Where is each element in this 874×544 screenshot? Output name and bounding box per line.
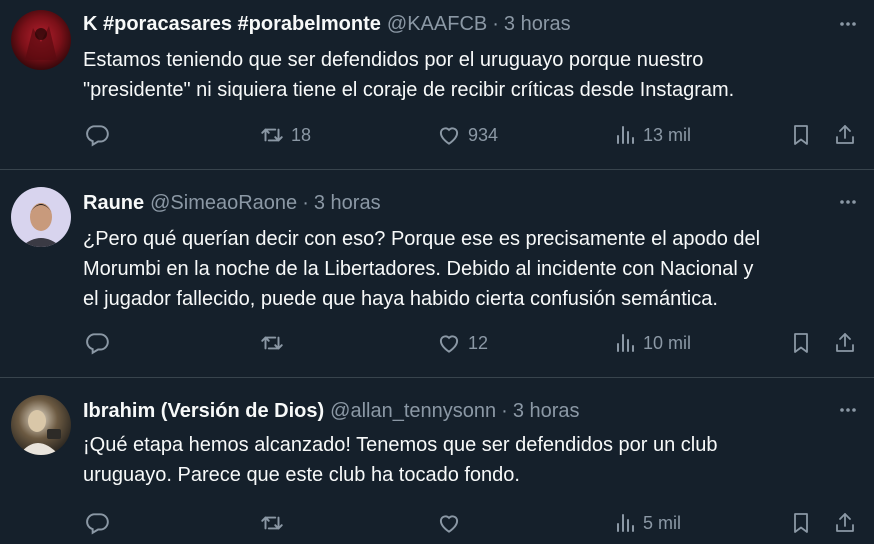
share-icon (833, 511, 857, 535)
tweet-text-line: ¡Qué etapa hemos alcanzado! Tenemos que … (83, 434, 718, 456)
tweet[interactable]: Ibrahim (Versión de Dios) @allan_tennyso… (0, 378, 874, 544)
more-icon[interactable] (836, 398, 860, 422)
views-button[interactable]: 5 mil (613, 508, 681, 538)
like-button[interactable]: 934 (436, 120, 498, 150)
reply-button[interactable] (84, 328, 116, 358)
tweet-text-line: Estamos teniendo que ser defendidos por … (83, 49, 704, 71)
views-icon (613, 123, 637, 147)
separator-dot: · (302, 191, 309, 214)
display-name[interactable]: K #poracasares #porabelmonte (83, 13, 381, 36)
bookmark-icon (789, 511, 813, 535)
tweet-actions: 12 10 mil (0, 328, 874, 358)
timestamp[interactable]: 3 horas (513, 400, 580, 423)
reply-button[interactable] (84, 508, 116, 538)
tweet[interactable]: Raune @SimeaoRaone · 3 horas ¿Pero qué q… (0, 170, 874, 378)
views-count: 10 mil (643, 332, 692, 353)
share-icon (833, 331, 857, 355)
reply-button[interactable] (84, 120, 116, 150)
tweet-feed: K #poracasares #porabelmonte @KAAFCB · 3… (0, 0, 874, 544)
bookmark-icon (789, 123, 813, 147)
timestamp[interactable]: 3 horas (314, 192, 381, 215)
avatar[interactable] (11, 187, 71, 247)
like-count: 12 (468, 332, 489, 353)
retweet-icon (259, 510, 285, 536)
retweet-icon (259, 122, 285, 148)
like-button[interactable]: 12 (436, 328, 488, 358)
display-name[interactable]: Ibrahim (Versión de Dios) (83, 400, 324, 423)
avatar[interactable] (11, 10, 71, 70)
views-count: 5 mil (643, 512, 682, 533)
bookmark-icon (789, 331, 813, 355)
bookmark-button[interactable] (789, 120, 813, 150)
reply-icon (84, 510, 110, 536)
reply-icon (84, 122, 110, 148)
user-handle[interactable]: @allan_tennysonn (330, 400, 496, 423)
user-handle[interactable]: @SimeaoRaone (150, 192, 297, 215)
tweet-actions: 5 mil (0, 508, 874, 538)
bookmark-button[interactable] (789, 508, 813, 538)
more-icon[interactable] (836, 12, 860, 36)
more-icon[interactable] (836, 190, 860, 214)
retweet-icon (259, 330, 285, 356)
heart-icon (436, 330, 462, 356)
retweet-button[interactable]: 18 (259, 120, 311, 150)
retweet-button[interactable] (259, 328, 291, 358)
tweet-text-line: el jugador fallecido, puede que haya hab… (83, 288, 718, 310)
user-handle[interactable]: @KAAFCB (387, 13, 487, 36)
reply-icon (84, 330, 110, 356)
tweet-text-line: Morumbi en la noche de la Libertadores. … (83, 258, 754, 280)
tweet-text: Estamos teniendo que ser defendidos por … (83, 45, 863, 105)
tweet-text-line: "presidente" ni siquiera tiene el coraje… (83, 79, 735, 101)
tweet-actions: 18 934 13 mil (0, 120, 874, 150)
share-button[interactable] (833, 508, 857, 538)
like-count: 934 (468, 124, 499, 145)
separator-dot: · (501, 399, 508, 422)
like-button[interactable] (436, 508, 468, 538)
heart-icon (436, 510, 462, 536)
bookmark-button[interactable] (789, 328, 813, 358)
heart-icon (436, 122, 462, 148)
share-button[interactable] (833, 328, 857, 358)
tweet-text: ¿Pero qué querían decir con eso? Porque … (83, 224, 863, 314)
share-icon (833, 123, 857, 147)
tweet-header: Raune @SimeaoRaone · 3 horas (83, 189, 381, 217)
tweet-text-line: ¿Pero qué querían decir con eso? Porque … (83, 228, 761, 250)
views-icon (613, 331, 637, 355)
tweet-text: ¡Qué etapa hemos alcanzado! Tenemos que … (83, 430, 863, 490)
retweet-count: 18 (291, 124, 312, 145)
display-name[interactable]: Raune (83, 192, 144, 215)
views-icon (613, 511, 637, 535)
views-button[interactable]: 13 mil (613, 120, 691, 150)
tweet-text-line: uruguayo. Parece que este club ha tocado… (83, 464, 520, 486)
separator-dot: · (492, 12, 499, 35)
tweet-header: K #poracasares #porabelmonte @KAAFCB · 3… (83, 10, 571, 38)
tweet-header: Ibrahim (Versión de Dios) @allan_tennyso… (83, 397, 580, 425)
share-button[interactable] (833, 120, 857, 150)
timestamp[interactable]: 3 horas (504, 13, 571, 36)
tweet[interactable]: K #poracasares #porabelmonte @KAAFCB · 3… (0, 0, 874, 170)
retweet-button[interactable] (259, 508, 291, 538)
views-count: 13 mil (643, 124, 692, 145)
avatar[interactable] (11, 395, 71, 455)
views-button[interactable]: 10 mil (613, 328, 691, 358)
